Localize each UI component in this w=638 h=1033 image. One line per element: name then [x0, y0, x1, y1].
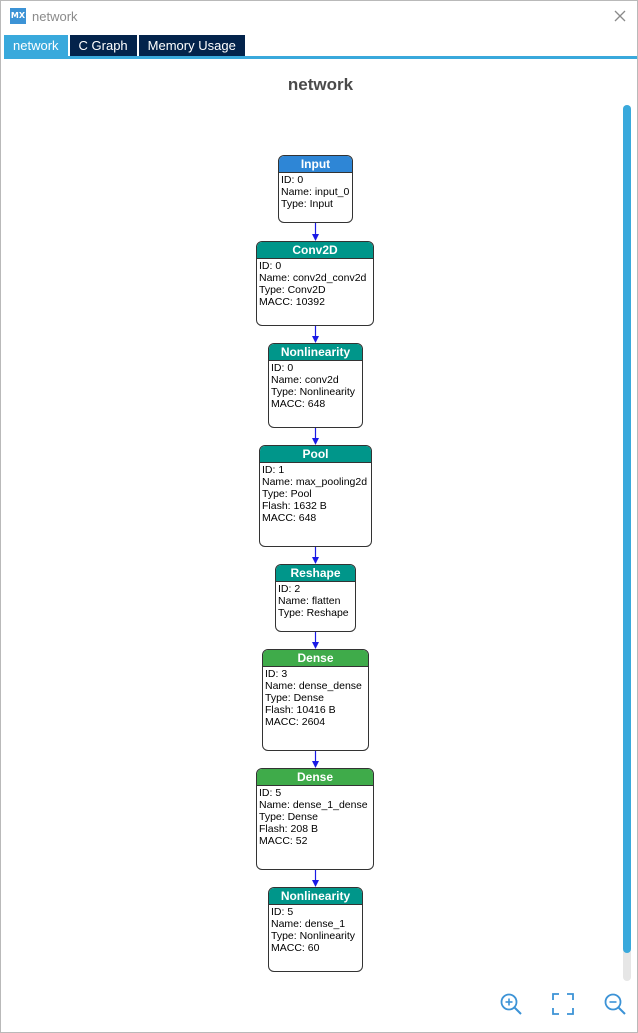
node-details: ID: 1 Name: max_pooling2d Type: Pool Flash:…	[260, 463, 371, 525]
zoom-out-icon	[604, 993, 626, 1015]
node-detail-line: Type: Reshape	[278, 607, 349, 619]
node-detail-line: ID: 3	[265, 668, 288, 680]
node-detail-line: Type: Nonlinearity	[271, 386, 356, 398]
graph-node-dense[interactable]: Dense ID: 3 Name: dense_dense Type: Dense Fl…	[262, 649, 369, 751]
node-header: Input	[279, 156, 352, 173]
node-details: ID: 0 Name: conv2d_conv2d Type: Conv2D MACC…	[257, 259, 373, 309]
graph-node-input[interactable]: Input ID: 0 Name: input_0 Type: Input	[278, 155, 353, 223]
node-header: Pool	[260, 446, 371, 463]
graph-edge	[312, 632, 319, 649]
node-detail-line: Name: flatten	[278, 595, 341, 607]
node-detail-line: Type: Conv2D	[259, 284, 326, 296]
graph-edge	[312, 870, 319, 887]
node-detail-line: Name: dense_1	[271, 918, 346, 930]
node-detail-line: Type: Dense	[265, 692, 324, 704]
graph-node-dense[interactable]: Dense ID: 5 Name: dense_1_dense Type: Dense…	[256, 768, 374, 870]
graph-edge	[312, 326, 319, 343]
node-details: ID: 5 Name: dense_1 Type: Nonlinearity MACC…	[269, 905, 362, 955]
node-detail-line: Name: dense_1_dense	[259, 799, 368, 811]
graph-edge	[312, 223, 319, 241]
node-detail-line: Name: max_pooling2d	[262, 476, 368, 488]
node-detail-line: Type: Dense	[259, 811, 318, 823]
node-detail-line: ID: 0	[271, 362, 294, 374]
node-detail-line: Type: Pool	[262, 488, 312, 500]
node-detail-line: MACC: 648	[262, 512, 317, 524]
node-details: ID: 3 Name: dense_dense Type: Dense Flash: …	[263, 667, 368, 729]
node-details: ID: 5 Name: dense_1_dense Type: Dense Flash…	[257, 786, 373, 848]
node-detail-line: MACC: 52	[259, 835, 308, 847]
node-header: Dense	[263, 650, 368, 667]
graph-node-reshape[interactable]: Reshape ID: 2 Name: flatten Type: Reshape	[275, 564, 356, 632]
graph-node-nonlinearity[interactable]: Nonlinearity ID: 5 Name: dense_1 Type: Nonl…	[268, 887, 363, 972]
graph-edge	[312, 547, 319, 564]
node-details: ID: 2 Name: flatten Type: Reshape	[276, 582, 355, 620]
node-detail-line: Name: input_0	[281, 186, 350, 198]
graph-node-pool[interactable]: Pool ID: 1 Name: max_pooling2d Type: Pool Fl…	[259, 445, 372, 547]
node-header: Conv2D	[257, 242, 373, 259]
vertical-scrollbar-thumb[interactable]	[623, 105, 631, 953]
node-detail-line: ID: 0	[259, 260, 282, 272]
zoom-out-button[interactable]	[602, 991, 628, 1017]
node-detail-line: ID: 5	[271, 906, 294, 918]
node-header: Dense	[257, 769, 373, 786]
node-detail-line: Flash: 208 B	[259, 823, 318, 835]
node-details: ID: 0 Name: conv2d Type: Nonlinearity MACC:…	[269, 361, 362, 411]
node-detail-line: ID: 1	[262, 464, 285, 476]
graph-node-nonlinearity[interactable]: Nonlinearity ID: 0 Name: conv2d Type: Nonli…	[268, 343, 363, 428]
fit-to-screen-button[interactable]	[550, 991, 576, 1017]
node-detail-line: Type: Nonlinearity	[271, 930, 356, 942]
node-header: Reshape	[276, 565, 355, 582]
node-header: Nonlinearity	[269, 344, 362, 361]
node-detail-line: Name: dense_dense	[265, 680, 362, 692]
node-detail-line: MACC: 648	[271, 398, 326, 410]
graph-edge	[312, 428, 319, 445]
node-detail-line: Flash: 1632 B	[262, 500, 327, 512]
node-details: ID: 0 Name: input_0 Type: Input	[279, 173, 352, 211]
node-detail-line: MACC: 2604	[265, 716, 326, 728]
graph-edge	[312, 751, 319, 768]
zoom-in-button[interactable]	[498, 991, 524, 1017]
node-detail-line: Name: conv2d_conv2d	[259, 272, 367, 284]
node-detail-line: MACC: 60	[271, 942, 320, 954]
node-detail-line: Flash: 10416 B	[265, 704, 336, 716]
node-detail-line: MACC: 10392	[259, 296, 325, 308]
node-detail-line: Name: conv2d	[271, 374, 339, 386]
window: MX network network C Graph Memory Usage …	[0, 0, 638, 1033]
zoom-in-icon	[500, 993, 522, 1015]
node-header: Nonlinearity	[269, 888, 362, 905]
node-detail-line: ID: 0	[281, 174, 304, 186]
graph-node-conv2d[interactable]: Conv2D ID: 0 Name: conv2d_conv2d Type: Conv…	[256, 241, 374, 326]
fit-screen-icon	[552, 993, 574, 1015]
node-detail-line: ID: 2	[278, 583, 301, 595]
node-detail-line: ID: 5	[259, 787, 282, 799]
node-detail-line: Type: Input	[281, 198, 333, 210]
